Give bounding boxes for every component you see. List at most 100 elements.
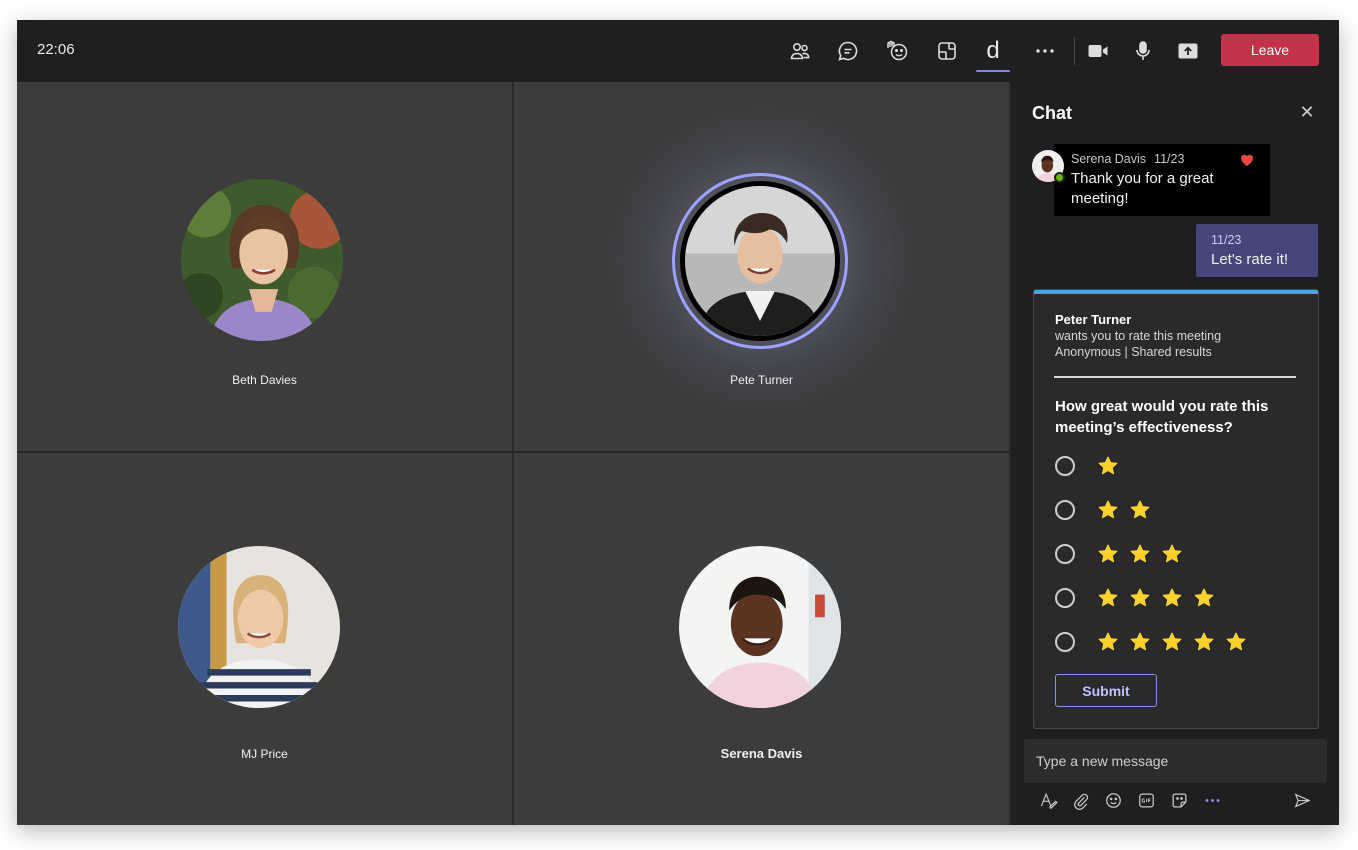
message-text: Let's rate it! [1211,251,1289,268]
leave-button[interactable]: Leave [1221,34,1319,66]
star-icon [1097,455,1119,477]
star-icon [1193,631,1215,653]
participant-name: Serena Davis [720,746,803,761]
message-input[interactable] [1024,739,1327,783]
avatar [680,181,840,341]
rooms-button[interactable] [929,34,965,68]
toolbar-divider [1074,37,1075,65]
participant-tile[interactable]: Beth Davies [17,82,512,451]
participant-tile-speaking[interactable]: Pete Turner [514,82,1009,451]
attach-icon [1073,793,1088,810]
chat-button[interactable] [830,34,866,68]
meeting-window: 22:06 d Leave Beth Davies Pete Turner MJ… [17,20,1339,825]
gif-button[interactable] [1135,789,1157,811]
chat-icon [838,41,858,61]
avatar [679,546,841,708]
meeting-toolbar: 22:06 d Leave [17,20,1339,82]
avatar [178,546,340,708]
message-author: Serena Davis [1071,152,1147,166]
radio-button[interactable] [1055,500,1075,520]
star-icon [1161,631,1183,653]
participant-name: Pete Turner [730,373,793,387]
app-d-button[interactable]: d [975,34,1011,72]
star-icon [1129,587,1151,609]
send-button[interactable] [1291,789,1313,811]
share-icon [1178,43,1198,59]
avatar-photo [178,546,340,708]
radio-button[interactable] [1055,544,1075,564]
star-icon [1097,499,1119,521]
rating-option-5[interactable] [1055,630,1257,654]
participant-name: Beth Davies [232,373,297,387]
avatar [181,179,343,341]
camera-icon [1088,45,1108,57]
card-question: How great would you rate this meeting’s … [1055,398,1269,436]
participant-tile[interactable]: Serena Davis [514,453,1009,825]
participant-name: MJ Price [241,747,288,761]
sticker-icon [1172,793,1186,807]
avatar-photo [685,186,835,336]
send-icon [1294,792,1311,808]
message-time: 11/23 [1211,233,1242,247]
chat-message-self[interactable]: 11/23 Let's rate it! [1196,224,1318,277]
card-author: Peter Turner [1055,312,1132,327]
chat-title: Chat [1032,103,1072,123]
star-icon [1161,543,1183,565]
star-icon [1129,499,1151,521]
chat-panel: Chat ✕ Serena Davis 11/23 Thank you for a… [1011,82,1339,825]
format-button[interactable] [1037,789,1059,811]
rating-option-4[interactable] [1055,586,1225,610]
star-icon [1097,631,1119,653]
star-icon [1225,631,1247,653]
message-text: Thank you for a great meeting! [1071,170,1214,207]
star-icon [1193,587,1215,609]
close-chat-button[interactable]: ✕ [1296,101,1318,123]
presence-available-icon [1054,172,1065,183]
submit-button[interactable]: Submit [1055,674,1157,707]
radio-button[interactable] [1055,632,1075,652]
card-accent-bar [1034,290,1318,294]
rating-option-3[interactable] [1055,542,1193,566]
star-icon [1097,587,1119,609]
meeting-clock: 22:06 [37,41,75,58]
video-grid: Beth Davies Pete Turner MJ Price Serena … [17,82,1009,825]
more-options-button[interactable] [1201,789,1223,811]
mic-button[interactable] [1125,34,1161,68]
people-icon [790,43,810,60]
radio-button[interactable] [1055,588,1075,608]
chat-message[interactable]: Serena Davis 11/23 Thank you for a great … [1054,144,1270,216]
mic-icon [1136,41,1150,60]
avatar-photo [679,546,841,708]
camera-button[interactable] [1080,34,1116,68]
rating-option-2[interactable] [1055,498,1161,522]
card-subtitle: wants you to rate this meeting [1055,329,1222,343]
reactions-icon [887,40,908,61]
card-divider [1054,376,1296,378]
participant-tile[interactable]: MJ Price [17,453,512,825]
heart-icon[interactable] [1239,152,1255,167]
card-meta: Anonymous | Shared results [1055,345,1212,359]
rating-poll-card: Peter Turner wants you to rate this meet… [1033,289,1319,729]
star-icon [1129,543,1151,565]
emoji-button[interactable] [1102,789,1124,811]
more-actions-button[interactable] [1027,34,1063,68]
reactions-button[interactable] [879,34,915,68]
close-icon: ✕ [1299,102,1315,122]
share-button[interactable] [1170,34,1206,68]
people-button[interactable] [782,34,818,68]
radio-button[interactable] [1055,456,1075,476]
emoji-icon [1105,792,1121,808]
message-time: 11/23 [1154,152,1185,166]
gif-icon [1138,793,1154,807]
rating-option-1[interactable] [1055,454,1129,478]
star-icon [1097,543,1119,565]
app-d-icon: d [986,37,1000,64]
attach-button[interactable] [1069,789,1091,811]
star-icon [1129,631,1151,653]
more-icon [1036,49,1054,53]
sticker-button[interactable] [1168,789,1190,811]
more-options-icon [1205,798,1219,802]
format-icon [1040,792,1058,809]
star-icon [1161,587,1183,609]
rooms-icon [938,42,956,60]
